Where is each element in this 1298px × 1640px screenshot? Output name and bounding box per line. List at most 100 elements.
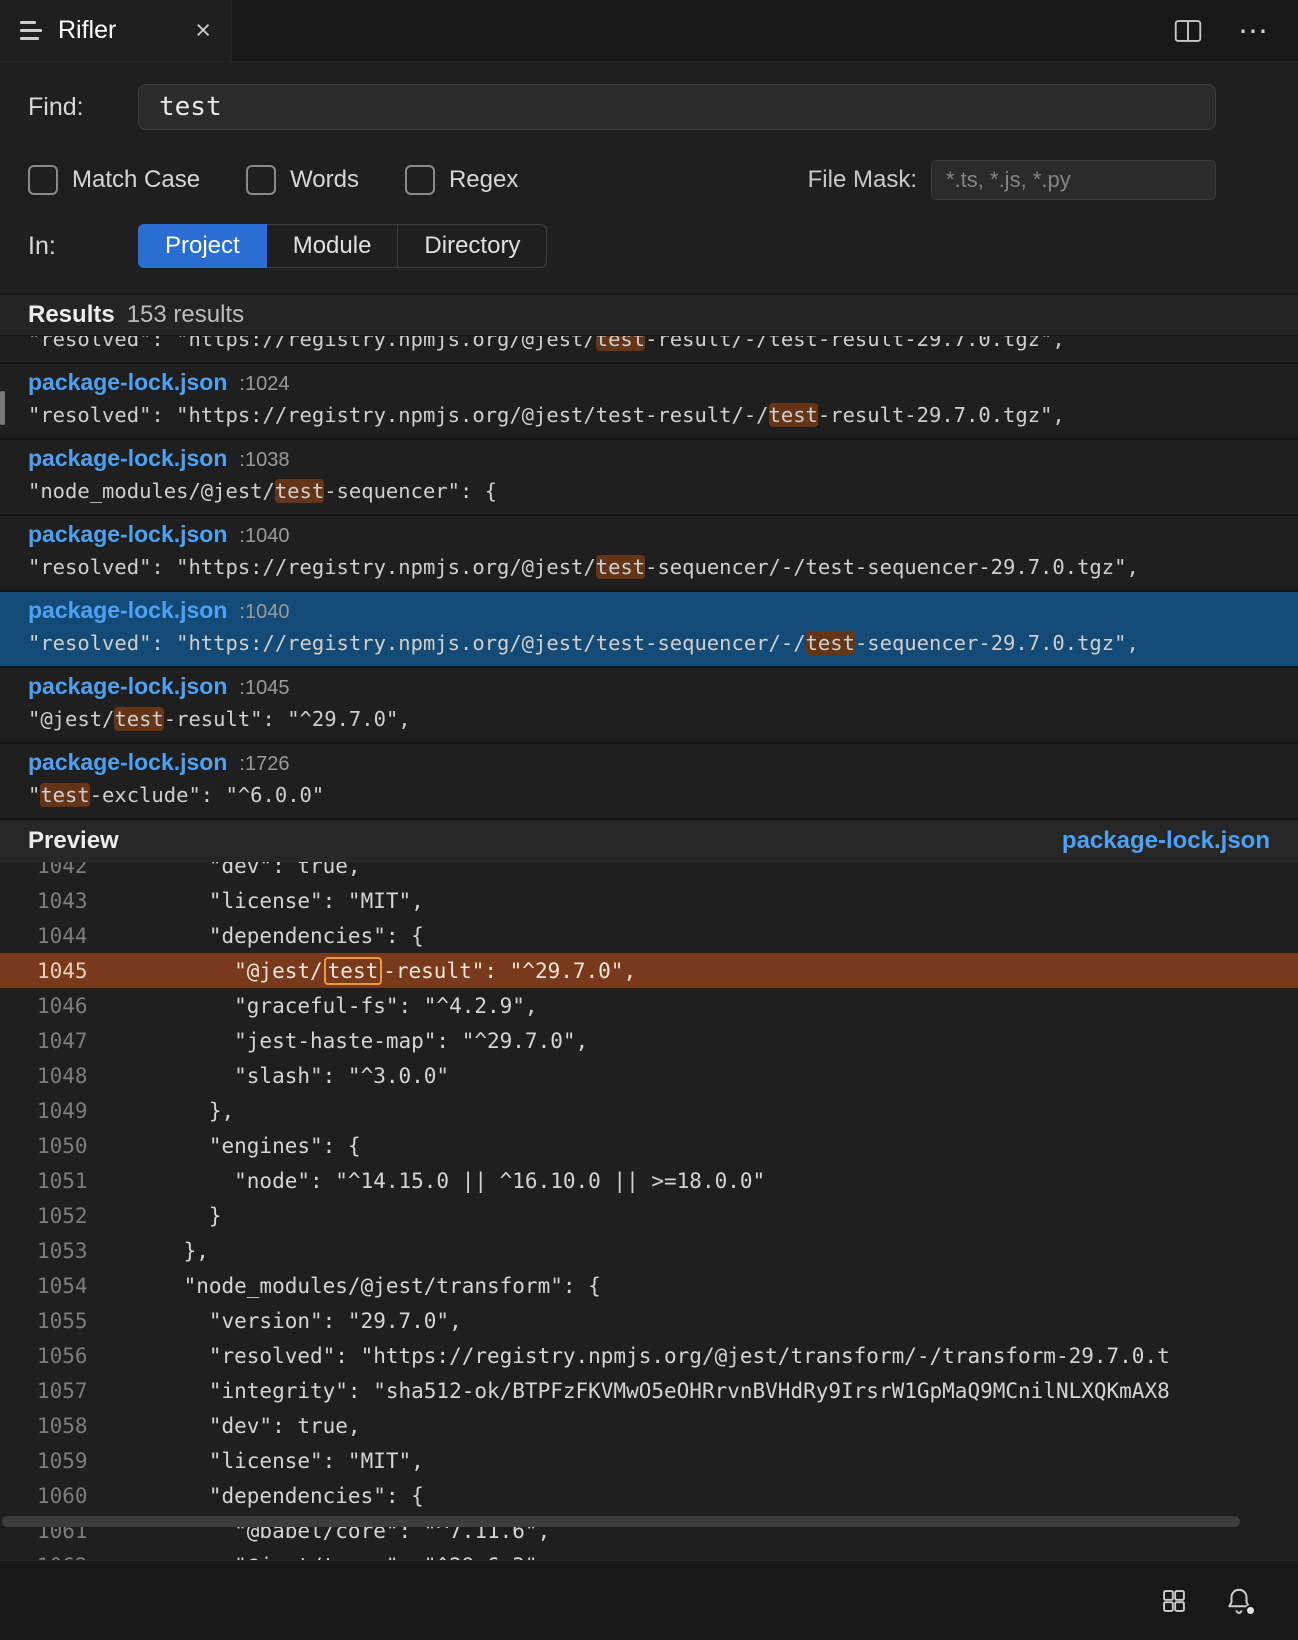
words-checkbox[interactable] [246,165,277,195]
line-text: "slash": "^3.0.0" [133,1063,450,1088]
line-number: 1044 [37,923,88,948]
line-text: "dependencies": { [133,923,424,948]
match-case-checkbox[interactable] [28,165,58,195]
line-text: }, [133,1238,209,1263]
result-item[interactable]: package-lock.json :1038 "node_modules/@j… [0,438,1298,514]
line-text: "node_modules/@jest/transform": { [133,1273,601,1298]
preview-line: 1051 "node": "^14.15.0 || ^16.10.0 || >=… [0,1163,1298,1198]
line-number: 1050 [37,1133,88,1158]
regex-checkbox[interactable] [404,165,435,195]
line-text: "node": "^14.15.0 || ^16.10.0 || >=18.0.… [133,1168,766,1193]
file-mask-input[interactable] [931,160,1216,200]
result-file: package-lock.json [28,749,228,775]
scope-row: In: Project Module Directory [28,224,1298,268]
grid-icon[interactable] [1160,1587,1188,1615]
more-actions-icon[interactable]: ⋯ [1238,16,1270,46]
result-file: package-lock.json [28,445,228,471]
line-number: 1060 [37,1483,88,1508]
preview-line: 1058 "dev": true, [0,1408,1298,1443]
preview-line: 1046 "graceful-fs": "^4.2.9", [0,988,1298,1023]
line-text: "dev": true, [133,862,361,878]
result-item[interactable]: package-lock.json :1024 "resolved": "htt… [0,362,1298,438]
line-number: 1057 [37,1378,88,1403]
result-file: package-lock.json [28,673,228,699]
line-number: 1047 [37,1028,88,1053]
result-item-clipped[interactable]: "resolved": "https://registry.npmjs.org/… [0,336,1298,362]
rifler-list-icon [20,21,42,40]
preview-line: 1054 "node_modules/@jest/transform": { [0,1268,1298,1303]
search-panel: Find: Match Case Words Regex File Mask: … [0,62,1298,268]
tab-bar: Rifler × ⋯ [0,0,1298,62]
line-text: "jest-haste-map": "^29.7.0", [133,1028,589,1053]
match-highlight: test [274,479,325,503]
match-highlight: test [114,707,164,731]
results-scrollbar-thumb[interactable] [0,391,5,425]
line-number: 1051 [37,1168,88,1193]
regex-option[interactable]: Regex [404,165,518,195]
line-number: 1046 [37,993,88,1018]
line-text: "license": "MIT", [133,1448,424,1473]
match-highlight: test [40,783,90,807]
preview-title: Preview [28,827,119,854]
result-line-number: :1726 [239,753,290,775]
result-item[interactable]: package-lock.json :1040 "resolved": "htt… [0,514,1298,590]
horizontal-scrollbar[interactable] [2,1516,1240,1527]
result-line-number: :1024 [239,373,290,395]
scope-directory-button[interactable]: Directory [398,224,548,268]
line-number: 1045 [37,958,88,983]
preview-line: 1060 "dependencies": { [0,1478,1298,1513]
preview-line: 1048 "slash": "^3.0.0" [0,1058,1298,1093]
result-code: "resolved": "https://registry.npmjs.org/… [28,631,1139,655]
preview-file-name[interactable]: package-lock.json [1062,827,1270,855]
scope-project-button[interactable]: Project [138,224,267,268]
results-header: Results 153 results [0,294,1298,336]
notification-badge [1245,1604,1256,1616]
line-text: }, [133,1098,235,1123]
result-file: package-lock.json [28,521,228,547]
notifications-bell-icon[interactable] [1224,1586,1256,1616]
preview-line: 1055 "version": "29.7.0", [0,1303,1298,1338]
preview-line: 1052 } [0,1198,1298,1233]
line-text: "dev": true, [133,1413,361,1438]
split-editor-icon[interactable] [1174,19,1202,43]
result-code: "resolved": "https://registry.npmjs.org/… [28,403,1065,427]
words-option[interactable]: Words [246,165,359,195]
line-number: 1056 [37,1343,88,1368]
find-row: Find: [28,84,1298,130]
file-mask-label: File Mask: [807,166,917,193]
results-count: 153 results [126,301,245,328]
preview-pane[interactable]: 1042 "dev": true, 1043 "license": "MIT",… [0,862,1298,1574]
words-label: Words [290,166,359,193]
result-code: "resolved": "https://registry.npmjs.org/… [28,336,1270,352]
result-code: "@jest/test-result": "^29.7.0", [28,707,411,731]
result-code: "node_modules/@jest/test-sequencer": { [28,479,498,503]
tab-title: Rifler [58,16,117,44]
match-highlight: test [595,336,646,351]
result-file: package-lock.json [28,597,228,623]
match-case-option[interactable]: Match Case [28,165,200,195]
line-text: "version": "29.7.0", [133,1308,462,1333]
find-input[interactable] [138,84,1216,130]
line-text: "graceful-fs": "^4.2.9", [133,993,538,1018]
scope-segmented-control: Project Module Directory [138,224,548,268]
in-label: In: [28,231,56,260]
line-text: "resolved": "https://registry.npmjs.org/… [133,1343,1170,1368]
line-number: 1055 [37,1308,88,1333]
result-code: "test-exclude": "^6.0.0" [28,783,325,807]
results-list: "resolved": "https://registry.npmjs.org/… [0,336,1298,818]
tab-rifler[interactable]: Rifler × [0,0,232,61]
line-number: 1053 [37,1238,88,1263]
options-row: Match Case Words Regex File Mask: [28,160,1298,200]
preview-line: 1057 "integrity": "sha512-ok/BTPFzFKVMwO… [0,1373,1298,1408]
line-text: "license": "MIT", [133,888,424,913]
line-number: 1052 [37,1203,88,1228]
scope-module-button[interactable]: Module [266,224,399,268]
result-item[interactable]: package-lock.json :1045 "@jest/test-resu… [0,666,1298,742]
result-item-selected[interactable]: package-lock.json :1040 "resolved": "htt… [0,590,1298,666]
preview-header: Preview package-lock.json [0,818,1298,862]
result-item[interactable]: package-lock.json :1726 "test-exclude": … [0,742,1298,818]
line-text: "@jest/test -result": "^29.7.0", [133,956,637,985]
match-highlight: test [768,403,818,427]
line-number: 1043 [37,888,88,913]
tab-close-icon[interactable]: × [195,17,211,44]
